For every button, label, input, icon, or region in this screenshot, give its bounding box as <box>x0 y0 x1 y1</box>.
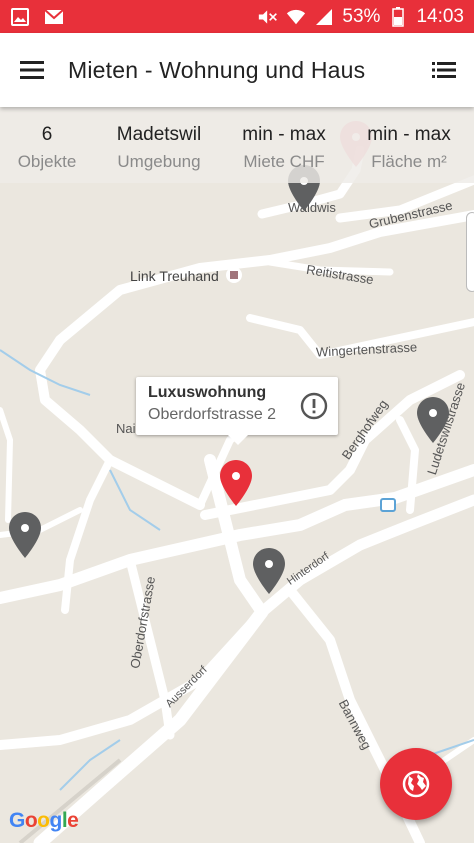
edge-handle[interactable] <box>466 212 474 292</box>
stat-value: Madetswil <box>116 124 202 145</box>
app-bar: Mieten - Wohnung und Haus <box>0 33 474 107</box>
battery-percent: 53% <box>342 5 381 27</box>
mute-icon <box>258 7 278 27</box>
globe-fab-button[interactable] <box>380 748 452 820</box>
clock: 14:03 <box>416 5 464 27</box>
map-pin[interactable] <box>417 397 449 443</box>
list-icon <box>432 62 456 78</box>
stat-objects[interactable]: 6 Objekte <box>0 107 94 183</box>
status-bar: 53% 14:03 <box>0 0 474 33</box>
poi-label-link-treuhand: Link Treuhand <box>130 268 219 284</box>
page-title: Mieten - Wohnung und Haus <box>68 56 366 83</box>
search-summary-bar[interactable]: 6 Objekte Madetswil Umgebung min - max M… <box>0 107 474 183</box>
stat-label: Miete CHF <box>243 152 325 171</box>
mail-icon <box>44 7 64 27</box>
stat-area[interactable]: Madetswil Umgebung <box>94 107 224 183</box>
info-window[interactable]: Luxuswohnung Oberdorfstrasse 2 <box>136 377 338 445</box>
info-icon[interactable] <box>300 392 328 420</box>
globe-icon <box>402 770 430 798</box>
stat-value: min - max <box>367 124 451 145</box>
stat-value: 6 <box>41 124 53 145</box>
stat-value: min - max <box>242 124 326 145</box>
stat-rent[interactable]: min - max Miete CHF <box>224 107 344 183</box>
hamburger-icon <box>20 61 44 79</box>
stat-label: Objekte <box>17 152 77 171</box>
map-pin-selected[interactable] <box>220 460 252 506</box>
stat-size[interactable]: min - max Fläche m² <box>344 107 474 183</box>
map-pin[interactable] <box>9 512 41 558</box>
list-view-button[interactable] <box>414 33 474 107</box>
street-label-nai: Nai <box>116 421 136 436</box>
menu-button[interactable] <box>0 33 64 107</box>
stat-label: Umgebung <box>117 152 201 171</box>
battery-icon <box>388 6 408 27</box>
google-logo: Google <box>9 809 79 832</box>
map-pin[interactable] <box>253 548 285 594</box>
signal-icon <box>314 7 334 27</box>
image-icon <box>10 7 30 27</box>
stat-label: Fläche m² <box>371 152 447 171</box>
wifi-icon <box>286 7 306 27</box>
